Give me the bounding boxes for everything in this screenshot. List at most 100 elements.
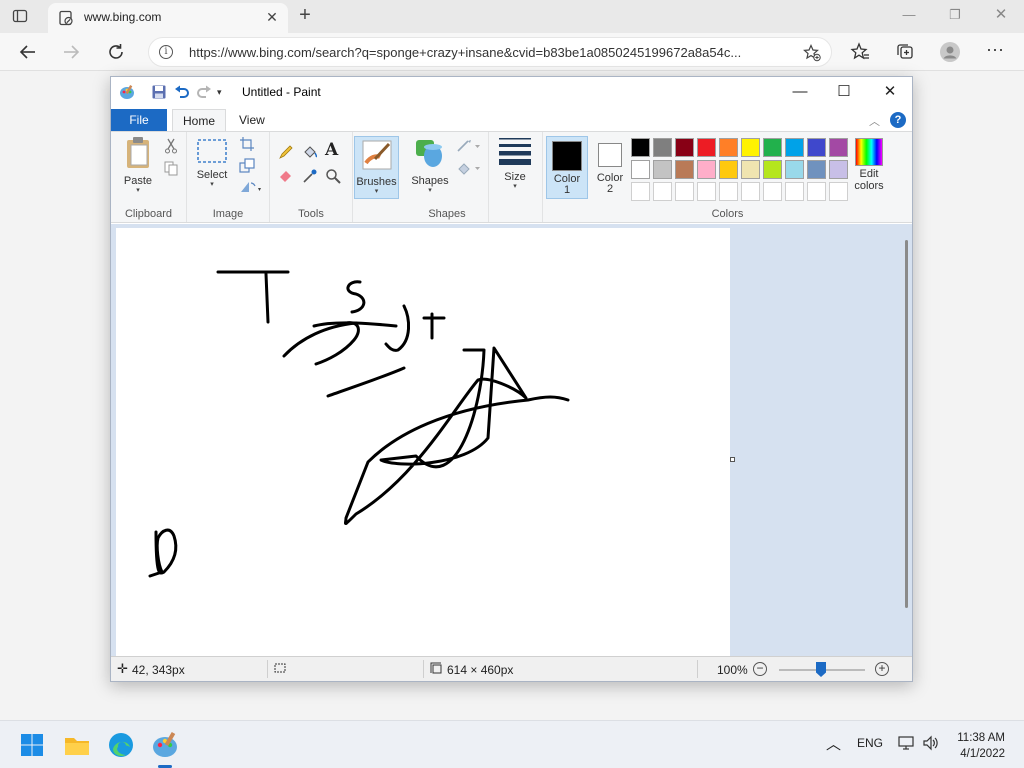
paint-close-button[interactable]: ✕ bbox=[879, 81, 901, 103]
system-clock[interactable]: 11:38 AM 4/1/2022 bbox=[957, 730, 1005, 762]
custom-color-slot[interactable] bbox=[785, 182, 804, 201]
palette-swatch[interactable] bbox=[807, 138, 826, 157]
volume-icon[interactable] bbox=[922, 734, 940, 755]
palette-swatch[interactable] bbox=[829, 138, 848, 157]
tab-actions-icon[interactable] bbox=[12, 8, 28, 24]
paint-maximize-button[interactable]: ☐ bbox=[833, 81, 855, 103]
custom-color-slot[interactable] bbox=[829, 182, 848, 201]
input-language[interactable]: ENG bbox=[857, 736, 883, 750]
more-options-icon[interactable]: ··· bbox=[986, 40, 1006, 62]
url-text[interactable]: https://www.bing.com/search?q=sponge+cra… bbox=[189, 45, 789, 60]
palette-swatch[interactable] bbox=[763, 138, 782, 157]
forward-arrow-icon[interactable] bbox=[60, 41, 82, 63]
zoom-slider-thumb[interactable] bbox=[816, 662, 826, 677]
pencil-icon[interactable] bbox=[278, 144, 294, 160]
paint-minimize-button[interactable]: — bbox=[789, 81, 811, 103]
help-icon[interactable]: ? bbox=[890, 112, 906, 128]
palette-swatch[interactable] bbox=[697, 160, 716, 179]
palette-swatch[interactable] bbox=[719, 138, 738, 157]
select-button[interactable]: Select ▾ bbox=[193, 138, 231, 189]
fill-bucket-icon[interactable] bbox=[302, 144, 318, 160]
color-picker-icon[interactable] bbox=[302, 168, 318, 184]
palette-swatch[interactable] bbox=[741, 160, 760, 179]
palette-swatch[interactable] bbox=[653, 160, 672, 179]
color1-button[interactable]: Color 1 bbox=[546, 136, 588, 199]
text-tool-icon[interactable]: A bbox=[325, 142, 341, 159]
palette-swatch[interactable] bbox=[631, 138, 650, 157]
magnifier-icon[interactable] bbox=[325, 168, 341, 184]
brushes-button[interactable]: Brushes ▾ bbox=[354, 136, 399, 199]
resize-icon[interactable] bbox=[239, 158, 255, 174]
tab-file[interactable]: File bbox=[111, 109, 167, 131]
save-icon[interactable] bbox=[151, 84, 167, 100]
site-info-icon[interactable]: i bbox=[159, 45, 173, 59]
palette-swatch[interactable] bbox=[719, 160, 738, 179]
add-favorite-icon[interactable] bbox=[803, 44, 821, 62]
color2-label-line2: 2 bbox=[606, 183, 614, 195]
copy-icon[interactable] bbox=[163, 160, 179, 176]
outline-icon[interactable] bbox=[456, 138, 482, 154]
start-windows-icon[interactable] bbox=[18, 731, 46, 759]
canvas-resize-handle[interactable] bbox=[730, 457, 735, 462]
custom-color-slot[interactable] bbox=[763, 182, 782, 201]
drawing-canvas[interactable] bbox=[116, 228, 730, 658]
network-icon[interactable] bbox=[898, 734, 916, 755]
favorites-icon[interactable] bbox=[850, 42, 870, 62]
custom-color-slot[interactable] bbox=[631, 182, 650, 201]
address-bar[interactable]: i https://www.bing.com/search?q=sponge+c… bbox=[148, 37, 832, 67]
minimize-ribbon-icon[interactable]: ︿ bbox=[869, 113, 880, 129]
vertical-scrollbar[interactable] bbox=[905, 240, 908, 608]
canvas-workspace bbox=[111, 224, 912, 658]
custom-color-slot[interactable] bbox=[653, 182, 672, 201]
tab-close-button[interactable]: ✕ bbox=[264, 9, 280, 25]
zoom-out-button[interactable]: − bbox=[753, 662, 767, 676]
profile-avatar-icon[interactable] bbox=[940, 42, 960, 62]
eraser-icon[interactable] bbox=[278, 168, 294, 184]
palette-swatch[interactable] bbox=[675, 138, 694, 157]
custom-color-slot[interactable] bbox=[719, 182, 738, 201]
paste-button[interactable]: Paste ▾ bbox=[119, 136, 157, 195]
tab-home[interactable]: Home bbox=[172, 109, 227, 131]
palette-swatch[interactable] bbox=[653, 138, 672, 157]
custom-color-slot[interactable] bbox=[807, 182, 826, 201]
palette-swatch[interactable] bbox=[675, 160, 694, 179]
palette-swatch[interactable] bbox=[697, 138, 716, 157]
back-arrow-icon[interactable] bbox=[17, 41, 39, 63]
browser-tab[interactable]: www.bing.com ✕ bbox=[48, 3, 288, 33]
rotate-icon[interactable] bbox=[239, 178, 263, 194]
collections-icon[interactable] bbox=[895, 42, 915, 62]
redo-icon[interactable] bbox=[196, 84, 212, 100]
palette-swatch[interactable] bbox=[741, 138, 760, 157]
browser-close-button[interactable]: ✕ bbox=[992, 6, 1010, 24]
paint-app-icon[interactable] bbox=[119, 84, 135, 100]
customize-quick-access-icon[interactable]: ▾ bbox=[217, 84, 233, 100]
palette-swatch[interactable] bbox=[807, 160, 826, 179]
undo-icon[interactable] bbox=[174, 84, 190, 100]
browser-restore-button[interactable]: ❐ bbox=[946, 6, 964, 24]
custom-color-slot[interactable] bbox=[675, 182, 694, 201]
edge-browser-icon[interactable] bbox=[107, 731, 135, 759]
cut-icon[interactable] bbox=[163, 138, 179, 154]
crop-icon[interactable] bbox=[239, 136, 255, 152]
custom-color-slot[interactable] bbox=[741, 182, 760, 201]
palette-swatch[interactable] bbox=[763, 160, 782, 179]
shapes-button[interactable]: Shapes ▾ bbox=[410, 136, 450, 195]
file-explorer-icon[interactable] bbox=[63, 731, 91, 759]
palette-swatch[interactable] bbox=[829, 160, 848, 179]
tab-view[interactable]: View bbox=[229, 109, 275, 131]
palette-swatch[interactable] bbox=[785, 160, 804, 179]
palette-swatch[interactable] bbox=[631, 160, 650, 179]
new-tab-button[interactable]: + bbox=[296, 5, 314, 25]
browser-minimize-button[interactable]: — bbox=[900, 6, 918, 24]
refresh-icon[interactable] bbox=[105, 41, 127, 63]
fill-icon[interactable] bbox=[456, 160, 482, 176]
edit-colors-button[interactable]: Edit colors bbox=[852, 138, 886, 192]
paint-taskbar-icon[interactable] bbox=[151, 731, 179, 759]
palette-swatch[interactable] bbox=[785, 138, 804, 157]
show-hidden-icons-icon[interactable]: ︿ bbox=[826, 733, 841, 754]
zoom-in-button[interactable]: + bbox=[875, 662, 889, 676]
size-button[interactable]: Size ▾ bbox=[495, 136, 535, 191]
custom-color-slot[interactable] bbox=[697, 182, 716, 201]
windows-taskbar: ︿ ENG 11:38 AM 4/1/2022 bbox=[0, 720, 1024, 768]
color2-button[interactable]: Color 2 bbox=[589, 136, 631, 199]
